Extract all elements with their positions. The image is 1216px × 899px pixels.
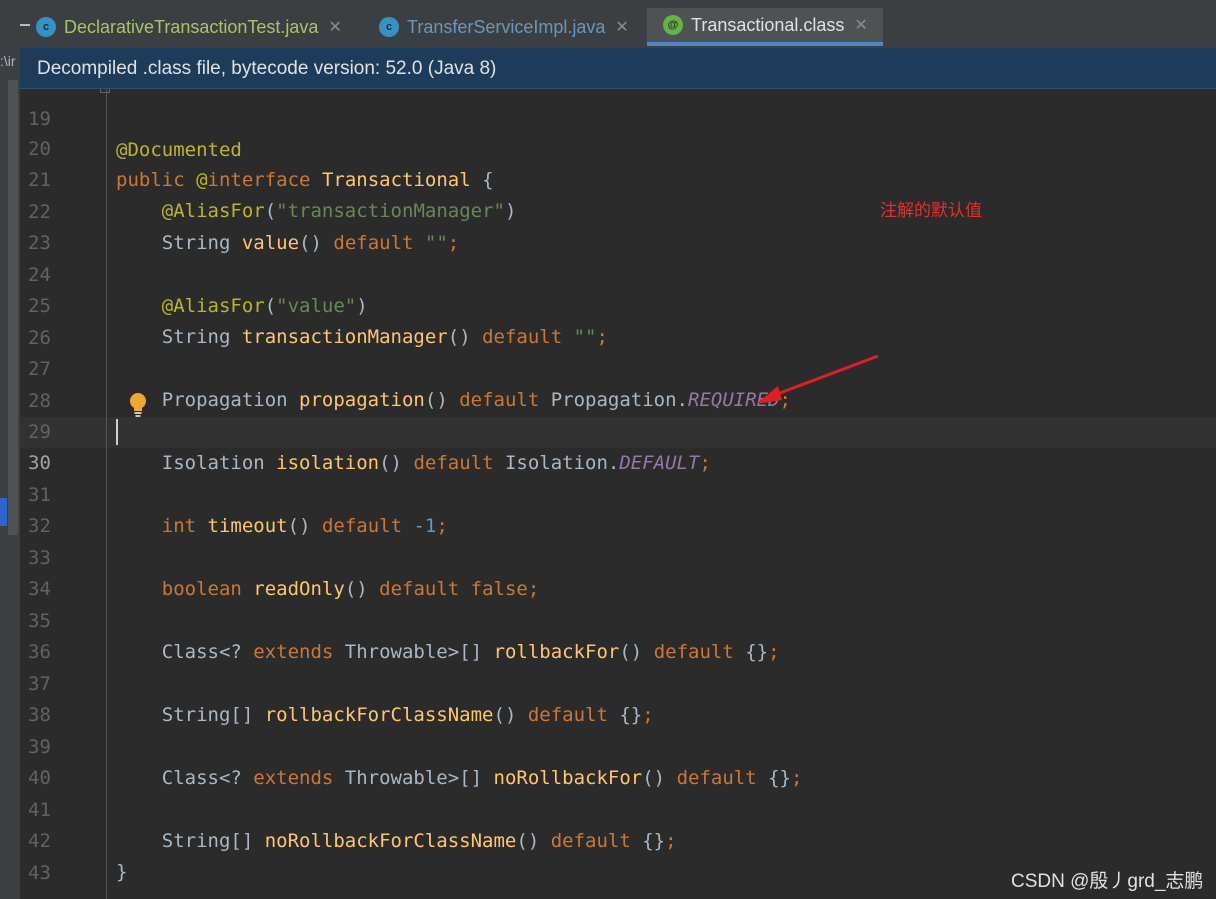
code-line: 26 [20,292,1216,349]
tab-declarative-transaction-test[interactable]: c DeclarativeTransactionTest.java ✕ [20,8,354,46]
code-line: 40 [20,732,1216,789]
tab-label: TransferServiceImpl.java [407,16,606,37]
code-line: 29 Isolation isolation() default Isolati… [20,386,1216,474]
code-line: 31 int timeout() default -1; [20,449,1216,537]
tab-transfer-service-impl[interactable]: c TransferServiceImpl.java ✕ [363,8,641,46]
close-icon[interactable]: ✕ [854,15,867,35]
code-line: 43 [20,827,1216,884]
code-line: 25 String transactionManager() default "… [20,260,1216,348]
annotation-arrow [756,354,879,404]
editor-tab-bar: c DeclarativeTransactionTest.java ✕ c Tr… [20,0,1216,48]
code-line: 27 Propagation propagation() default Pro… [20,323,1216,411]
code-line: 23 [20,197,1216,254]
annotation-note: 注解的默认值 [880,201,982,220]
code-line: 38 [20,669,1216,726]
tab-label: Transactional.class [691,14,845,35]
text-caret [116,419,118,445]
lightbulb-icon[interactable] [126,391,150,419]
line-number: 43 [28,862,51,884]
path-fragment: :\ir [0,53,16,69]
code-line: 33 boolean readOnly() default false; [20,512,1216,600]
code-line: 19 @Documented [20,89,1216,161]
code-line: 37 String[] rollbackForClassName() defau… [20,638,1216,726]
java-class-icon: c [379,17,399,37]
decompiled-banner: Decompiled .class file, bytecode version… [20,48,1216,89]
tab-label: DeclarativeTransactionTest.java [64,16,319,37]
code-line: 21 @AliasFor("transactionManager") [20,134,1216,222]
panel-scrollbar[interactable] [8,80,18,535]
project-panel-edge: :\ir [0,0,20,899]
code-line-current: 30 [20,417,1216,474]
code-line: 28 [20,355,1216,412]
code-line: 36 [20,606,1216,663]
code-line: 24 @AliasFor("value") [20,229,1216,317]
code-line: 35 Class<? extends Throwable>[] rollback… [20,575,1216,663]
code-line: 39 Class<? extends Throwable>[] noRollba… [20,701,1216,789]
code-text: } [116,861,128,883]
code-line: 34 [20,543,1216,600]
code-editor[interactable]: 19 @Documented 20 public @interface Tran… [20,89,1216,899]
code-line: 32 [20,480,1216,537]
code-line: 41 String[] noRollbackForClassName() def… [20,764,1216,852]
watermark: CSDN @殷丿grd_志鹏 [1011,871,1204,892]
selected-tree-item[interactable] [0,498,7,526]
java-class-icon: c [36,17,56,37]
tab-transactional-class[interactable]: @ Transactional.class ✕ [647,8,883,46]
close-icon[interactable]: ✕ [328,17,341,37]
annotation-icon: @ [663,15,683,35]
code-line: 42 } [20,795,1216,883]
code-line: 20 public @interface Transactional { [20,103,1216,191]
close-icon[interactable]: ✕ [615,17,628,37]
code-line: 22 String value() default ""; [20,166,1216,254]
